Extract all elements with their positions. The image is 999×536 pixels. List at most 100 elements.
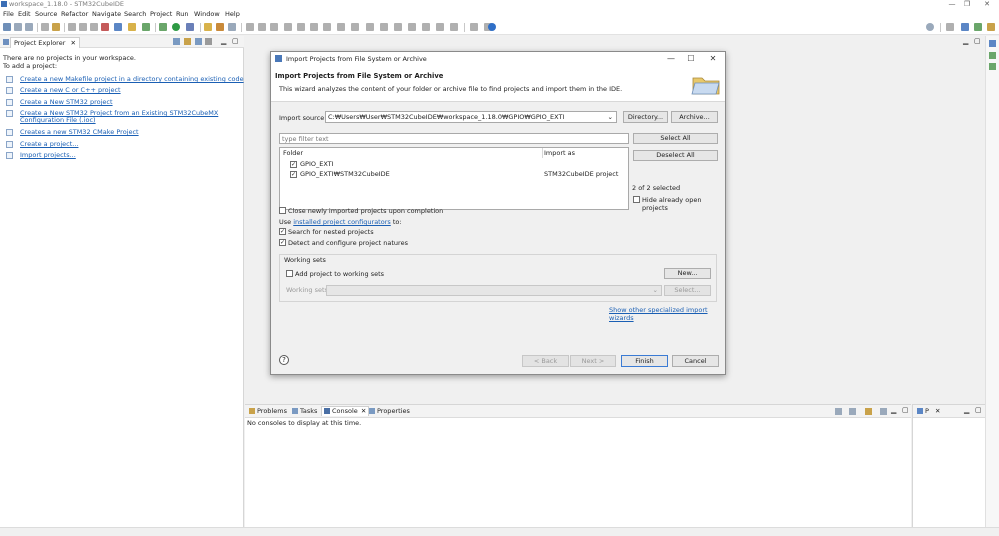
forward-nav-icon[interactable]	[380, 23, 388, 31]
refresh-icon[interactable]	[90, 23, 98, 31]
link-label[interactable]: Creates a new STM32 CMake Project	[6, 129, 244, 136]
column-folder[interactable]: Folder	[283, 148, 303, 158]
open-console-icon[interactable]	[865, 408, 872, 415]
device-icon[interactable]	[114, 23, 122, 31]
tab-outline[interactable]: P	[925, 407, 929, 416]
tab-tasks[interactable]: Tasks	[292, 407, 317, 416]
table-row[interactable]: ✓ GPIO_EXTI	[288, 160, 618, 169]
menu-edit[interactable]: Edit	[18, 10, 31, 19]
link-label[interactable]: Create a New STM32 Project from an Exist…	[6, 110, 244, 124]
chevron-down-icon[interactable]: ⌄	[653, 286, 658, 294]
build-icon[interactable]	[41, 23, 49, 31]
run-icon[interactable]	[172, 23, 180, 31]
close-icon[interactable]: ✕	[935, 407, 940, 416]
external-tools-icon[interactable]	[186, 23, 194, 31]
detect-natures-checkbox[interactable]: ✓	[279, 239, 286, 246]
dialog-minimize-button[interactable]: —	[661, 53, 681, 65]
view-menu-icon[interactable]	[205, 38, 212, 45]
redo-icon[interactable]	[79, 23, 87, 31]
up-arrow-icon[interactable]	[422, 23, 430, 31]
dialog-maximize-button[interactable]: ☐	[681, 53, 701, 65]
history-icon[interactable]	[394, 23, 402, 31]
archive-button[interactable]: Archive...	[671, 111, 718, 123]
search-icon[interactable]	[926, 23, 934, 31]
link-label[interactable]: Create a New STM32 project	[6, 99, 244, 106]
chevron-down-icon[interactable]: ⌄	[608, 112, 613, 122]
new-icon[interactable]	[3, 23, 11, 31]
close-icon[interactable]: ✕	[361, 407, 366, 415]
last-edit-icon[interactable]	[284, 23, 292, 31]
open-perspective-icon[interactable]	[946, 23, 954, 31]
close-imported-checkbox[interactable]	[279, 207, 286, 214]
filter-icon[interactable]	[195, 38, 202, 45]
pin-icon[interactable]	[323, 23, 331, 31]
annotation-icon[interactable]	[246, 23, 254, 31]
select-working-set-button[interactable]: Select...	[664, 285, 711, 296]
minimize-view-icon[interactable]: ▁	[221, 37, 226, 46]
menu-window[interactable]: Window	[194, 10, 220, 19]
tab-project-explorer[interactable]: Project Explorer ✕	[10, 37, 80, 48]
link-import-projects[interactable]: Import projects...	[6, 152, 244, 159]
help-icon[interactable]: ?	[279, 355, 289, 365]
display-console-icon[interactable]	[849, 408, 856, 415]
dialog-close-button[interactable]: ✕	[703, 53, 723, 65]
cancel-button[interactable]: Cancel	[672, 355, 719, 367]
link-stm32-ioc-project[interactable]: Create a New STM32 Project from an Exist…	[6, 110, 244, 124]
info-icon[interactable]	[488, 23, 496, 31]
back-button[interactable]: < Back	[522, 355, 569, 367]
c-file-icon[interactable]	[142, 23, 150, 31]
tab-problems[interactable]: Problems	[249, 407, 287, 416]
prev-annotation-icon[interactable]	[258, 23, 266, 31]
console-view-icon[interactable]	[470, 23, 478, 31]
device-perspective-icon[interactable]	[987, 23, 995, 31]
back-icon[interactable]	[297, 23, 305, 31]
save-all-icon[interactable]	[25, 23, 33, 31]
cpp-perspective-icon[interactable]	[961, 23, 969, 31]
minimize-view-icon[interactable]: ▁	[964, 406, 969, 414]
finish-button[interactable]: Finish	[621, 355, 668, 367]
tab-properties[interactable]: Properties	[369, 407, 410, 416]
link-makefile-project[interactable]: Create a new Makefile project in a direc…	[6, 76, 244, 83]
pen-icon[interactable]	[216, 23, 224, 31]
row-checkbox[interactable]: ✓	[290, 161, 297, 168]
select-all-button[interactable]: Select All	[633, 133, 718, 144]
link-create-project[interactable]: Create a project...	[6, 141, 244, 148]
folder-icon[interactable]	[128, 23, 136, 31]
maximize-view-icon[interactable]: ▢	[902, 406, 909, 414]
table-row[interactable]: ✓ GPIO_EXTI₩STM32CubeIDE STM32CubeIDE pr…	[288, 170, 623, 179]
debug-perspective-icon[interactable]	[974, 23, 982, 31]
close-window-button[interactable]: ✕	[975, 0, 999, 9]
save-icon[interactable]	[14, 23, 22, 31]
hide-open-checkbox[interactable]	[633, 196, 640, 203]
hammer-icon[interactable]	[52, 23, 60, 31]
forward-icon[interactable]	[310, 23, 318, 31]
static-stack-icon[interactable]	[989, 63, 996, 70]
maximize-view-icon[interactable]: ▢	[232, 37, 239, 46]
filter-input[interactable]	[279, 133, 629, 144]
open-type-icon[interactable]	[204, 23, 212, 31]
close-icon[interactable]: ✕	[70, 39, 75, 47]
menu-project[interactable]: Project	[150, 10, 172, 19]
view-menu-icon[interactable]	[880, 408, 887, 415]
menu-file[interactable]: File	[3, 10, 14, 19]
menu-help[interactable]: Help	[225, 10, 240, 19]
next-button[interactable]: Next >	[570, 355, 616, 367]
editor-minimize-icon[interactable]: ▁	[963, 37, 968, 45]
debug-icon[interactable]	[159, 23, 167, 31]
row-checkbox[interactable]: ✓	[290, 171, 297, 178]
column-import-as[interactable]: Import as	[544, 148, 575, 158]
deselect-all-button[interactable]: Deselect All	[633, 150, 718, 161]
build-analyzer-icon[interactable]	[989, 52, 996, 59]
undo-icon[interactable]	[68, 23, 76, 31]
link-label[interactable]: Create a new C or C++ project	[6, 87, 244, 94]
link-c-cpp-project[interactable]: Create a new C or C++ project	[6, 87, 244, 94]
menu-source[interactable]: Source	[35, 10, 57, 19]
search-toolbar-icon[interactable]	[228, 23, 236, 31]
installed-configurators-link[interactable]: installed project configurators	[293, 218, 391, 226]
link-editor-icon[interactable]	[184, 38, 191, 45]
search-nested-checkbox[interactable]: ✓	[279, 228, 286, 235]
forward-arrow-icon[interactable]	[450, 23, 458, 31]
back-nav-icon[interactable]	[436, 23, 444, 31]
link-stm32-project[interactable]: Create a New STM32 project	[6, 99, 244, 106]
stop-icon[interactable]	[101, 23, 109, 31]
